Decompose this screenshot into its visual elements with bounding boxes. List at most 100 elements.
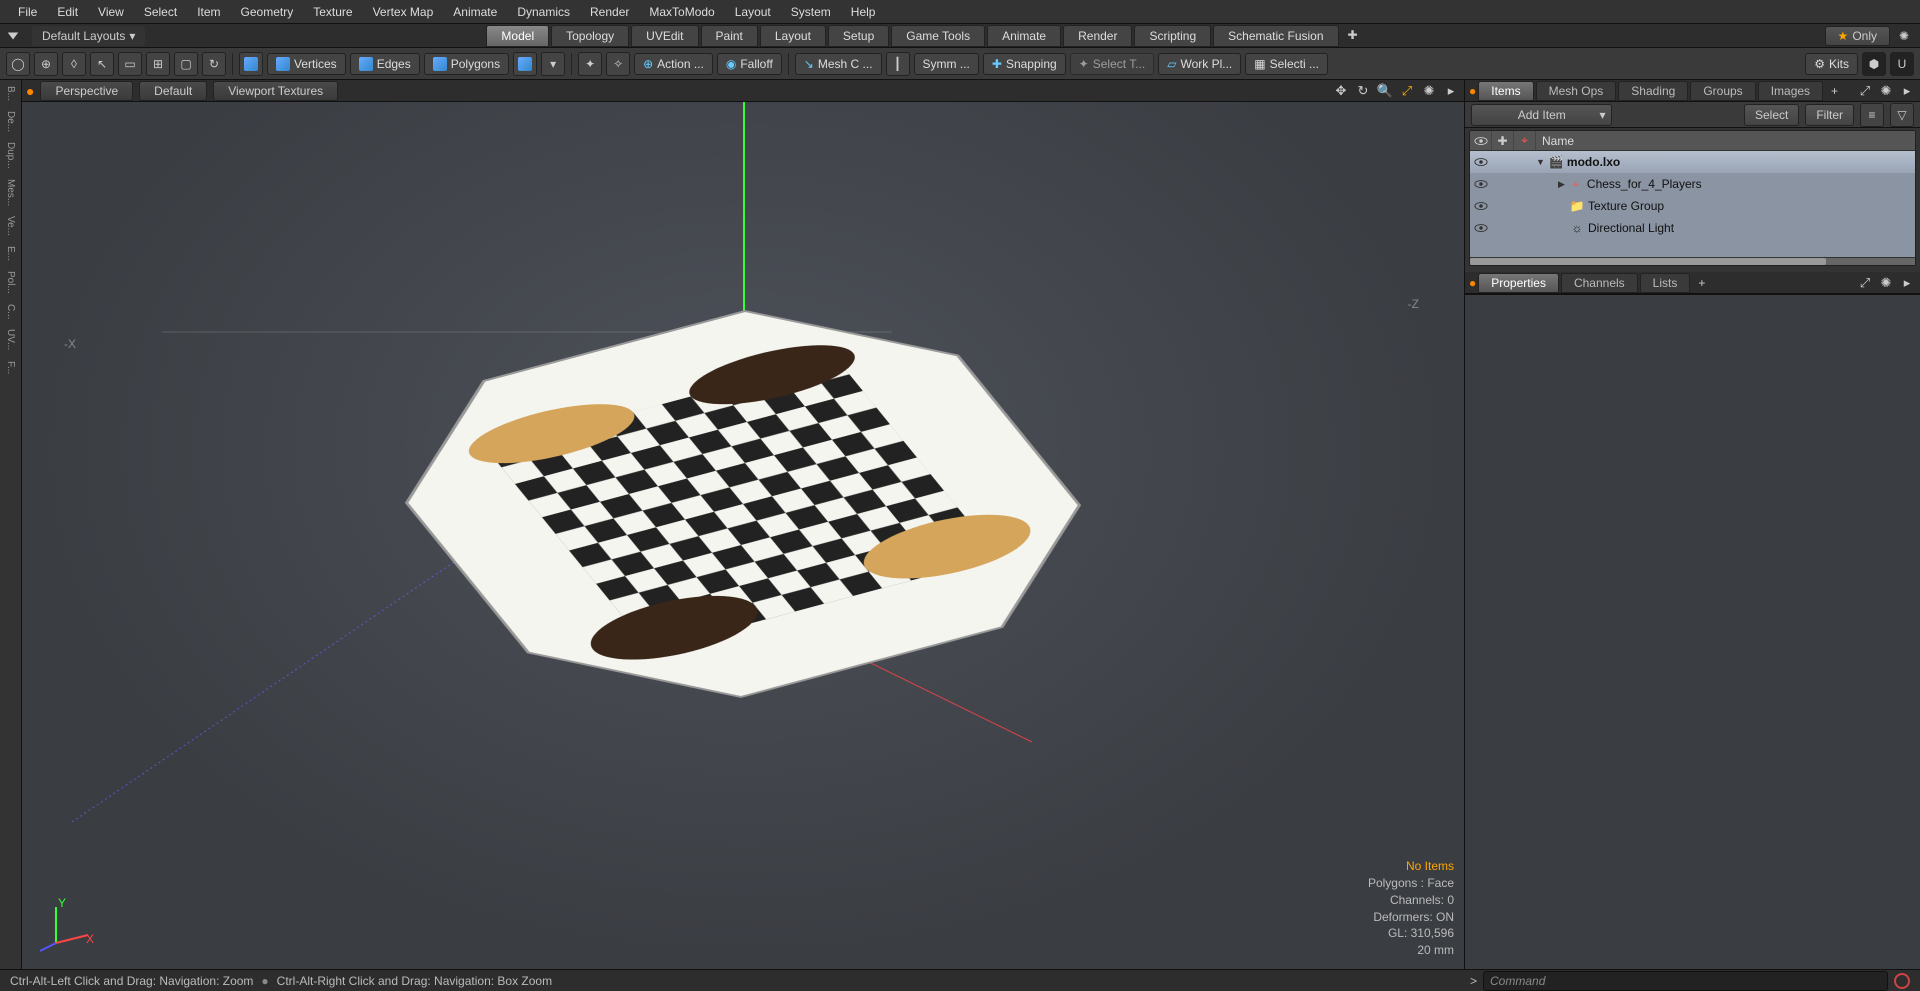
shading-tab[interactable]: Shading	[1618, 81, 1688, 101]
tab-render[interactable]: Render	[1063, 25, 1132, 47]
kits-button[interactable]: ⚙Kits	[1805, 53, 1858, 75]
axis-gizmo[interactable]: Y X	[36, 895, 96, 955]
tree-row-chess[interactable]: ▶ ⌖ Chess_for_4_Players	[1470, 173, 1915, 195]
material-dropdown-icon[interactable]: ▾	[541, 52, 565, 76]
viewport-expand-icon[interactable]: ▸	[1442, 82, 1460, 100]
tree-scroll-thumb[interactable]	[1470, 258, 1826, 265]
viewport-zoom-icon[interactable]: 🔍	[1376, 82, 1394, 100]
row-visibility-icon[interactable]	[1470, 201, 1492, 211]
menu-render[interactable]: Render	[580, 1, 639, 23]
groups-tab[interactable]: Groups	[1690, 81, 1755, 101]
items-filter-button[interactable]: Filter	[1805, 104, 1854, 126]
row-visibility-icon[interactable]	[1470, 179, 1492, 189]
tree-col-axes-icon[interactable]: ⌖	[1514, 131, 1536, 150]
tab-animate[interactable]: Animate	[987, 25, 1061, 47]
tree-scrollbar[interactable]	[1470, 257, 1915, 265]
rail-vertex[interactable]: Ve...	[5, 214, 16, 238]
menu-edit[interactable]: Edit	[47, 1, 88, 23]
edges-button[interactable]: Edges	[350, 53, 420, 75]
rail-mesh[interactable]: Mes...	[5, 177, 16, 208]
menu-vertexmap[interactable]: Vertex Map	[363, 1, 444, 23]
polygons-button[interactable]: Polygons	[424, 53, 509, 75]
prop-gear-icon[interactable]: ✺	[1877, 274, 1895, 292]
layout-dropdown[interactable]: Default Layouts ▾	[32, 26, 145, 46]
menu-view[interactable]: View	[88, 1, 134, 23]
falloff-button[interactable]: ◉Falloff	[717, 53, 782, 75]
rail-polygon[interactable]: Pol...	[5, 269, 16, 296]
tab-layout[interactable]: Layout	[760, 25, 826, 47]
menu-item[interactable]: Item	[187, 1, 230, 23]
expand-icon[interactable]: ▶	[1558, 179, 1565, 190]
symmetry-bar-icon[interactable]: ┃	[886, 52, 910, 76]
select-refresh-icon[interactable]: ↻	[202, 52, 226, 76]
rail-deform[interactable]: De...	[5, 109, 16, 134]
viewport-shading-dropdown[interactable]: Default	[139, 81, 207, 101]
tree-row-light[interactable]: ☼ Directional Light	[1470, 217, 1915, 239]
select-through-button[interactable]: ✦Select T...	[1070, 53, 1155, 75]
tree-col-plus-icon[interactable]: ✚	[1492, 131, 1514, 150]
command-input[interactable]: Command	[1483, 971, 1888, 991]
rail-edge[interactable]: E...	[5, 244, 16, 263]
workplane-button[interactable]: ▱Work Pl...	[1158, 53, 1241, 75]
viewport-gear-icon[interactable]: ✺	[1420, 82, 1438, 100]
viewport-rotate-icon[interactable]: ↻	[1354, 82, 1372, 100]
viewport-textures-dropdown[interactable]: Viewport Textures	[213, 81, 338, 101]
images-tab[interactable]: Images	[1758, 81, 1823, 101]
row-visibility-icon[interactable]	[1470, 157, 1492, 167]
select-circle-icon[interactable]: ◯	[6, 52, 30, 76]
prop-maximize-icon[interactable]: ⤢	[1856, 274, 1874, 292]
tab-add-icon[interactable]: ✚	[1340, 25, 1366, 47]
prop-expand-icon[interactable]: ▸	[1898, 274, 1916, 292]
expand-icon[interactable]: ▼	[1536, 157, 1545, 167]
prop-tab-add-icon[interactable]: +	[1692, 276, 1711, 290]
items-tab-add-icon[interactable]: +	[1825, 84, 1844, 98]
items-list-icon[interactable]: ≡	[1860, 103, 1884, 127]
tree-name-header[interactable]: Name	[1536, 134, 1915, 148]
viewport-canvas[interactable]: -X -Z	[22, 102, 1464, 969]
tab-uvedit[interactable]: UVEdit	[631, 25, 698, 47]
viewport-orient-icon[interactable]: ●	[26, 83, 34, 99]
meshops-tab[interactable]: Mesh Ops	[1536, 81, 1617, 101]
items-expand-icon[interactable]: ▸	[1898, 82, 1916, 100]
items-maximize-icon[interactable]: ⤢	[1856, 82, 1874, 100]
items-funnel-icon[interactable]: ▽	[1890, 103, 1914, 127]
layout-gear-icon[interactable]: ✺	[1896, 28, 1912, 44]
tab-schematicfusion[interactable]: Schematic Fusion	[1213, 25, 1338, 47]
tree-row-texgroup[interactable]: 📁 Texture Group	[1470, 195, 1915, 217]
select-lasso-icon[interactable]: ◊	[62, 52, 86, 76]
symmetry-button[interactable]: Symm ...	[914, 53, 979, 75]
tab-topology[interactable]: Topology	[551, 25, 629, 47]
prop-orient-icon[interactable]: ●	[1469, 276, 1476, 290]
rail-uv[interactable]: UV...	[5, 327, 16, 352]
selection-button[interactable]: ▦Selecti ...	[1245, 53, 1328, 75]
menu-layout[interactable]: Layout	[725, 1, 781, 23]
mode-hex-icon[interactable]: ⬢	[1862, 52, 1886, 76]
tree-row-scene[interactable]: ▼ 🎬 modo.lxo	[1470, 151, 1915, 173]
select-globe-icon[interactable]: ⊕	[34, 52, 58, 76]
rail-curve[interactable]: C...	[5, 302, 16, 322]
tab-scripting[interactable]: Scripting	[1134, 25, 1211, 47]
record-icon[interactable]	[1894, 973, 1910, 989]
vertices-button[interactable]: Vertices	[267, 53, 346, 75]
material-cube-icon[interactable]	[513, 52, 537, 76]
menu-texture[interactable]: Texture	[303, 1, 362, 23]
select-arrow-icon[interactable]: ↖	[90, 52, 114, 76]
component-cube-icon[interactable]	[239, 52, 263, 76]
tree-col-visibility-icon[interactable]	[1470, 131, 1492, 150]
select-plus-icon[interactable]: ⊞	[146, 52, 170, 76]
items-orient-icon[interactable]: ●	[1469, 84, 1476, 98]
tab-setup[interactable]: Setup	[828, 25, 889, 47]
menu-system[interactable]: System	[781, 1, 841, 23]
rail-duplicate[interactable]: Dup...	[5, 140, 16, 171]
items-select-button[interactable]: Select	[1744, 104, 1799, 126]
menu-animate[interactable]: Animate	[443, 1, 507, 23]
items-gear-icon[interactable]: ✺	[1877, 82, 1895, 100]
lists-tab[interactable]: Lists	[1640, 273, 1691, 293]
select-rect-icon[interactable]: ▭	[118, 52, 142, 76]
tab-model[interactable]: Model	[486, 25, 549, 47]
properties-tab[interactable]: Properties	[1478, 273, 1559, 293]
menu-select[interactable]: Select	[134, 1, 187, 23]
menu-dynamics[interactable]: Dynamics	[507, 1, 580, 23]
menu-file[interactable]: File	[8, 1, 47, 23]
viewport-camera-dropdown[interactable]: Perspective	[40, 81, 133, 101]
